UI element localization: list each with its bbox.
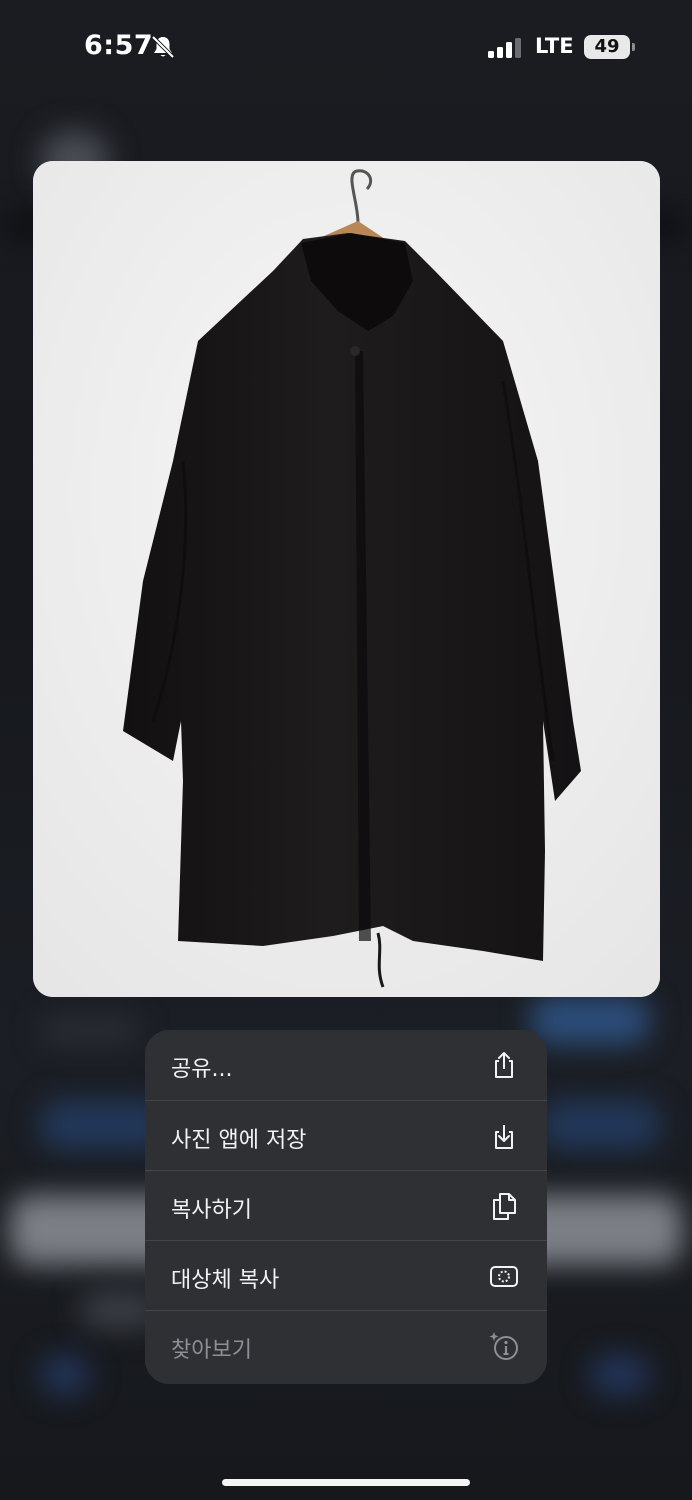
context-menu: 공유... 사진 앱에 저장 복사하기 대상체 복사 찾아보기: [145, 1030, 547, 1384]
home-indicator[interactable]: [222, 1479, 470, 1486]
menu-item-label: 사진 앱에 저장: [171, 1128, 307, 1153]
blurred-text: [40, 1015, 140, 1045]
image-preview[interactable]: [33, 161, 660, 997]
network-type: LTE: [535, 34, 574, 58]
share-icon: [495, 1052, 513, 1078]
menu-item-label: 복사하기: [171, 1198, 252, 1223]
menu-item-copy-subject[interactable]: 대상체 복사: [145, 1240, 547, 1310]
status-bar: 6:57 LTE 49: [0, 0, 692, 96]
blurred-tab-icon: [40, 1355, 90, 1395]
blurred-tab-icon: [590, 1355, 650, 1395]
blurred-button: [530, 995, 650, 1045]
menu-item-label: 찾아보기: [171, 1338, 252, 1363]
battery-indicator: 49: [584, 35, 630, 59]
menu-item-visual-lookup[interactable]: 찾아보기: [145, 1310, 547, 1380]
bell-slash-icon: [151, 35, 175, 59]
menu-item-copy[interactable]: 복사하기: [145, 1170, 547, 1240]
coat-photo: [33, 161, 660, 997]
copy-icon: [493, 1193, 516, 1220]
cellular-signal-icon: [488, 38, 521, 58]
menu-item-share[interactable]: 공유...: [145, 1030, 547, 1100]
menu-item-save-to-photos[interactable]: 사진 앱에 저장: [145, 1100, 547, 1170]
menu-item-label: 대상체 복사: [171, 1268, 280, 1293]
battery-cap: [632, 43, 635, 51]
save-to-photos-icon: [495, 1125, 513, 1149]
visual-lookup-icon: [489, 1332, 518, 1360]
blurred-button: [540, 1100, 660, 1150]
menu-item-label: 공유...: [171, 1057, 233, 1082]
copy-subject-icon: [490, 1266, 518, 1287]
status-time: 6:57: [84, 30, 154, 61]
